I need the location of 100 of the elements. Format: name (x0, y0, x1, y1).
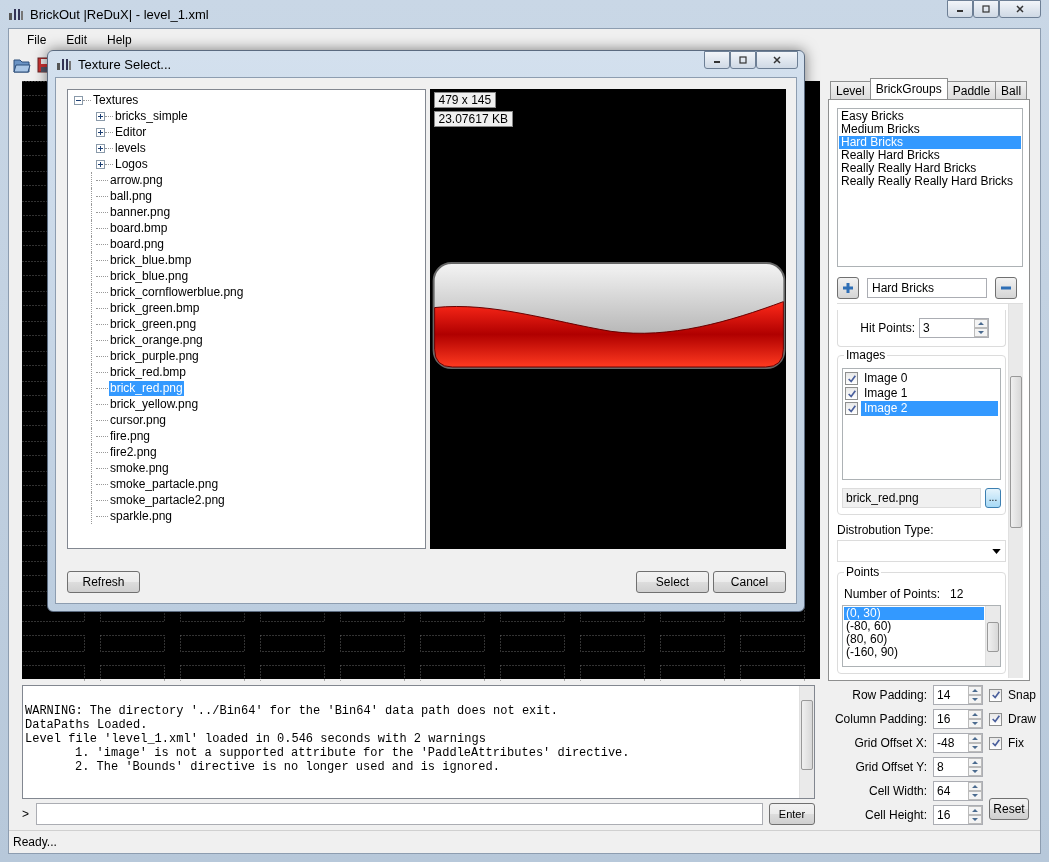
checkbox[interactable] (845, 387, 858, 400)
remove-button[interactable] (995, 277, 1017, 299)
tree-item[interactable]: brick_blue.png (109, 268, 190, 284)
list-item[interactable]: Image 0 (861, 371, 998, 386)
tree-item[interactable]: brick_yellow.png (109, 396, 200, 412)
scrollbar[interactable] (1008, 304, 1023, 678)
tree-item[interactable]: sparkle.png (109, 508, 174, 524)
minimize-button[interactable] (947, 0, 973, 18)
tree-item[interactable]: fire2.png (109, 444, 158, 460)
up-down-arrows-icon[interactable] (968, 734, 982, 752)
tree-item[interactable]: board.png (109, 236, 166, 252)
minimize-button[interactable] (704, 51, 730, 69)
list-item[interactable]: Really Really Really Hard Bricks (839, 175, 1021, 188)
up-down-arrows-icon[interactable] (968, 710, 982, 728)
spinner-field[interactable]: -48 (933, 733, 983, 753)
tree-item[interactable]: brick_red.bmp (109, 364, 188, 380)
expand-icon[interactable] (96, 127, 105, 137)
tree-item[interactable]: brick_blue.bmp (109, 252, 193, 268)
checkbox[interactable] (845, 372, 858, 385)
spinner-field[interactable]: 8 (933, 757, 983, 777)
menu-item[interactable]: Edit (58, 31, 96, 49)
tab[interactable]: Level (830, 81, 871, 99)
tree-item[interactable]: banner.png (109, 204, 172, 220)
status-text: Ready... (13, 835, 57, 849)
expand-icon[interactable] (96, 111, 105, 121)
app-icon (56, 57, 72, 71)
checkbox[interactable] (989, 736, 1002, 750)
spinner-field[interactable]: 64 (933, 781, 983, 801)
tree-item[interactable]: brick_green.bmp (109, 300, 201, 316)
field-label: Cell Width: (868, 784, 927, 798)
menu-item[interactable]: File (19, 31, 55, 49)
group-name-field[interactable]: Hard Bricks (867, 278, 987, 298)
tree-item[interactable]: Logos (114, 156, 149, 172)
list-item[interactable]: Medium Bricks (839, 123, 1021, 136)
tree-item[interactable]: levels (114, 140, 147, 156)
cancel-button[interactable]: Cancel (713, 571, 786, 593)
field-label: Hit Points: (860, 321, 915, 335)
tree-item[interactable]: cursor.png (109, 412, 168, 428)
tree-item[interactable]: smoke.png (109, 460, 170, 476)
spinner-field[interactable]: 16 (933, 805, 983, 825)
dialog-title: Texture Select... (78, 56, 172, 72)
up-down-arrows-icon[interactable] (968, 686, 982, 704)
maximize-button[interactable] (973, 0, 999, 18)
list-item[interactable]: (-160, 90) (844, 646, 984, 659)
close-button[interactable] (756, 51, 798, 69)
list-item[interactable]: Really Really Hard Bricks (839, 162, 1021, 175)
scrollbar[interactable] (985, 606, 1000, 666)
close-button[interactable] (999, 0, 1041, 18)
open-folder-icon[interactable] (13, 57, 31, 73)
up-down-arrows-icon[interactable] (968, 806, 982, 824)
checkbox[interactable] (989, 712, 1002, 726)
tree-item[interactable]: smoke_partacle.png (109, 476, 220, 492)
enter-button[interactable]: Enter (769, 803, 815, 825)
browse-button[interactable]: ... (985, 488, 1001, 508)
tree-item[interactable]: fire.png (109, 428, 152, 444)
spinner-field[interactable]: 3 (919, 318, 989, 338)
maximize-button[interactable] (730, 51, 756, 69)
tree-item[interactable]: brick_cornflowerblue.png (109, 284, 245, 300)
tab[interactable]: Ball (995, 81, 1028, 99)
scrollbar[interactable] (799, 686, 814, 798)
tab[interactable]: BrickGroups (869, 78, 948, 99)
refresh-button[interactable]: Refresh (67, 571, 140, 593)
collapse-icon[interactable] (74, 95, 83, 105)
up-down-arrows-icon[interactable] (968, 782, 982, 800)
select-button[interactable]: Select (636, 571, 709, 593)
log-line: WARNING: The directory '../Bin64' for the 'Bin64' data path does not exit. (25, 704, 559, 718)
expand-icon[interactable] (96, 143, 105, 153)
group-title: Images (844, 348, 888, 362)
image-file-field[interactable]: brick_red.png (842, 488, 981, 508)
tree-item[interactable]: Textures (92, 92, 140, 108)
list-item[interactable]: (-80, 60) (844, 620, 984, 633)
tree-item[interactable]: Editor (114, 124, 148, 140)
spinner-field[interactable]: 16 (933, 709, 983, 729)
expand-icon[interactable] (96, 159, 105, 169)
reset-button[interactable]: Reset (989, 798, 1029, 820)
up-down-arrows-icon[interactable] (968, 758, 982, 776)
tree-item[interactable]: board.bmp (109, 220, 169, 236)
list-item[interactable]: Really Hard Bricks (839, 149, 1021, 162)
tree-item[interactable]: bricks_simple (114, 108, 189, 124)
command-field[interactable] (36, 803, 763, 825)
checkbox[interactable] (989, 688, 1002, 702)
tree-item[interactable]: brick_purple.png (109, 348, 200, 364)
window-title: BrickOut |ReDuX| - level_1.xml (30, 6, 209, 22)
add-button[interactable] (837, 277, 859, 299)
checkbox[interactable] (845, 402, 858, 415)
field-label: Column Padding: (833, 712, 927, 726)
spinner-field[interactable]: 14 (933, 685, 983, 705)
list-item[interactable]: Easy Bricks (839, 110, 1021, 123)
list-item[interactable]: (80, 60) (844, 633, 984, 646)
menu-item[interactable]: Help (99, 31, 140, 49)
tree-item[interactable]: brick_green.png (109, 316, 198, 332)
tree-item[interactable]: arrow.png (109, 172, 164, 188)
tree-item[interactable]: brick_orange.png (109, 332, 204, 348)
checkbox-label: Fix (1008, 736, 1024, 750)
tab[interactable]: Paddle (946, 81, 997, 99)
tree-item[interactable]: ball.png (109, 188, 154, 204)
maximize-icon (738, 56, 748, 64)
list-item[interactable]: Image 1 (861, 386, 998, 401)
tree-item[interactable]: smoke_partacle2.png (109, 492, 226, 508)
up-down-arrows-icon[interactable] (974, 319, 988, 337)
